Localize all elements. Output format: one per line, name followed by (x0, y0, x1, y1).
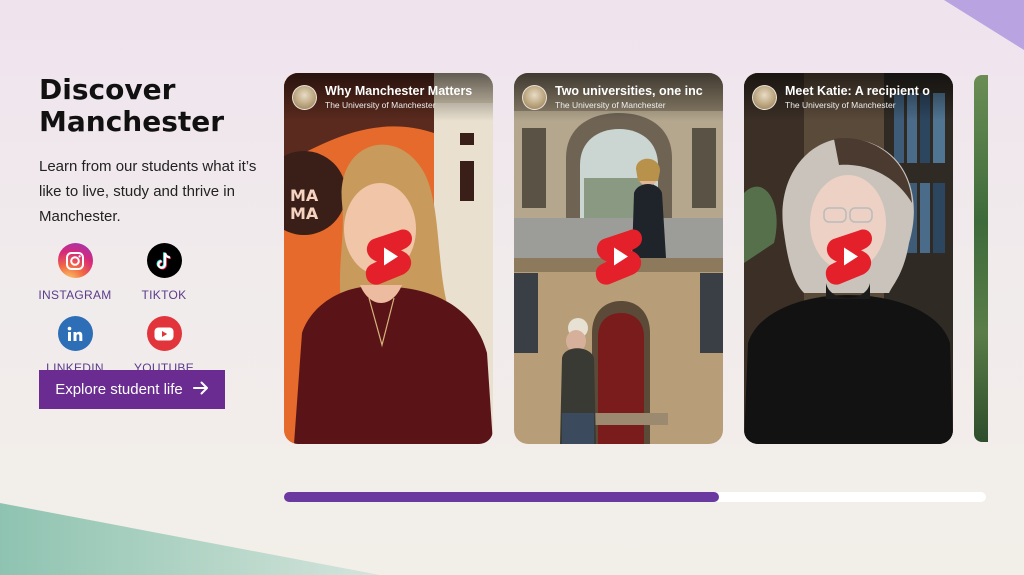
video-card-2[interactable]: Two universities, one inc The University… (514, 73, 723, 444)
linkedin-link[interactable]: LINKEDIN (39, 316, 111, 375)
youtube-icon (146, 316, 182, 351)
svg-text:MA: MA (290, 186, 319, 205)
svg-text:MA: MA (290, 204, 319, 223)
corner-decoration-bottom (0, 503, 380, 575)
instagram-link[interactable]: INSTAGRAM (38, 243, 112, 302)
video-header-2: Two universities, one inc The University… (514, 73, 723, 121)
explore-student-life-button[interactable]: Explore student life (39, 370, 225, 409)
carousel-scrollbar-thumb[interactable] (284, 492, 720, 502)
explore-button-label: Explore student life (55, 381, 183, 398)
channel-avatar (522, 84, 547, 110)
title-line-1: Discover (39, 73, 176, 106)
video-title-2: Two universities, one inc (555, 84, 703, 98)
intro-section: Discover Manchester Learn from our stude… (38, 74, 279, 376)
video-card-3[interactable]: Meet Katie: A recipient o The University… (744, 73, 953, 444)
youtube-shorts-icon[interactable] (595, 227, 643, 290)
carousel-scrollbar[interactable] (284, 492, 986, 502)
youtube-shorts-icon[interactable] (825, 227, 873, 290)
corner-decoration (944, 0, 1024, 50)
video-title-1: Why Manchester Matters (325, 84, 473, 98)
title-line-2: Manchester (39, 105, 225, 138)
instagram-icon (57, 243, 93, 278)
linkedin-icon (57, 316, 93, 351)
youtube-link[interactable]: YOUTUBE (123, 316, 205, 375)
tiktok-icon (146, 243, 182, 278)
intro-text: Learn from our students what it’s like t… (39, 158, 257, 225)
tiktok-link[interactable]: TIKTOK (123, 243, 205, 302)
video-header-3: Meet Katie: A recipient o The University… (744, 73, 953, 121)
video-card-1[interactable]: MA MA Why Manchester Matters The Univers… (284, 73, 493, 444)
youtube-shorts-icon[interactable] (365, 227, 413, 290)
arrow-right-icon (192, 381, 209, 399)
page-title: Discover Manchester (39, 74, 279, 138)
channel-name-3: The University of Manchester (785, 100, 896, 110)
channel-avatar (752, 84, 777, 110)
video-title-3: Meet Katie: A recipient o (785, 84, 930, 98)
tiktok-label: TIKTOK (141, 288, 187, 302)
channel-name-1: The University of Manchester (325, 100, 436, 110)
video-card-next-partial[interactable] (974, 75, 988, 442)
channel-avatar (292, 84, 317, 110)
channel-name-2: The University of Manchester (555, 100, 666, 110)
video-header-1: Why Manchester Matters The University of… (284, 73, 493, 121)
social-links: INSTAGRAM TIKTOK LINKEDIN YOUTUBE (38, 243, 279, 375)
instagram-label: INSTAGRAM (38, 288, 112, 302)
